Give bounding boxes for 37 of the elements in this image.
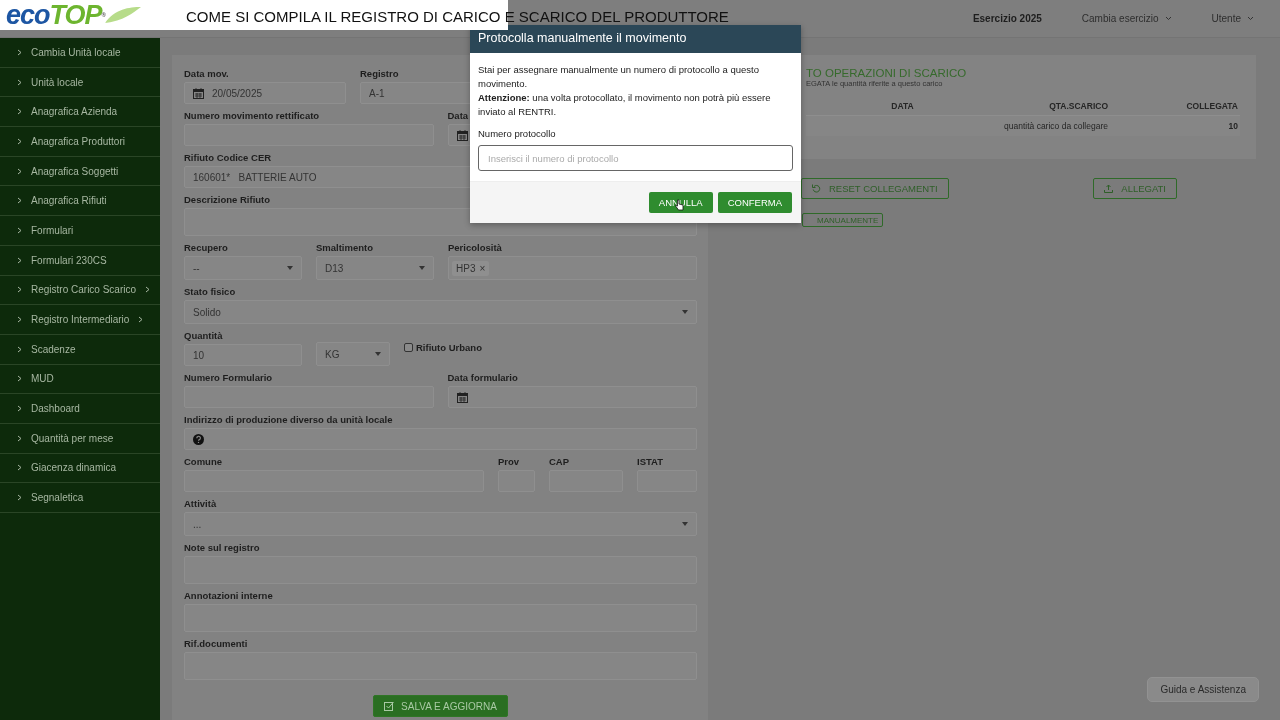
field-label: Numero movimento rettificato	[184, 109, 320, 122]
tag-label: HP3	[456, 262, 476, 274]
field-label: Rif.documenti	[184, 637, 248, 650]
dialog-message: Attenzione: una volta protocollato, il movimento non potrà più essere inviato al RENTRI.	[478, 91, 772, 119]
field-label: Data formulario	[447, 371, 518, 384]
select-value: ...	[193, 518, 202, 530]
field-label: Numero protocollo	[478, 128, 557, 139]
field-label: CAP	[549, 455, 570, 468]
field-label: Registro	[360, 67, 399, 80]
field-label: Rifiuto Codice CER	[184, 151, 272, 164]
logo: ecoTOP$^{®}$	[6, 0, 141, 31]
select-value: KG	[325, 348, 340, 360]
dialog-message: Stai per assegnare manualmente un numero di protocollo a questo movimento.	[478, 63, 760, 91]
field-label: Descrizione Rifiuto	[184, 193, 271, 206]
field-label: Recupero	[184, 241, 228, 254]
field-label: Note sul registro	[184, 541, 260, 554]
field-label: Numero Formulario	[184, 371, 273, 384]
select-value: D13	[325, 262, 344, 274]
field-label: Stato fisico	[184, 285, 236, 298]
checkbox-label: Rifiuto Urbano	[416, 342, 482, 353]
field-label: Data	[447, 109, 469, 122]
field-label: Comune	[184, 455, 222, 468]
fiscal-year: Esercizio 2025	[972, 13, 1042, 24]
field-label: Annotazioni interne	[184, 589, 273, 602]
select-value: --	[193, 262, 200, 274]
dialog-title: Protocolla manualmente il movimento	[470, 25, 801, 53]
field-label: Prov	[498, 455, 520, 468]
field-label: Pericolosità	[448, 241, 502, 254]
field-label: ISTAT	[637, 455, 664, 468]
field-label: Quantità	[184, 329, 223, 342]
field-label: Attività	[184, 497, 217, 510]
field-label: Smaltimento	[316, 241, 373, 254]
select-value: Solido	[193, 306, 221, 318]
field-label: Indirizzo di produzione diverso da unità locale	[184, 413, 393, 426]
field-value: 20/05/2025	[212, 87, 263, 99]
panel-title: TO OPERAZIONI DI SCARICO	[806, 67, 968, 79]
field-label: Data mov.	[184, 67, 229, 80]
